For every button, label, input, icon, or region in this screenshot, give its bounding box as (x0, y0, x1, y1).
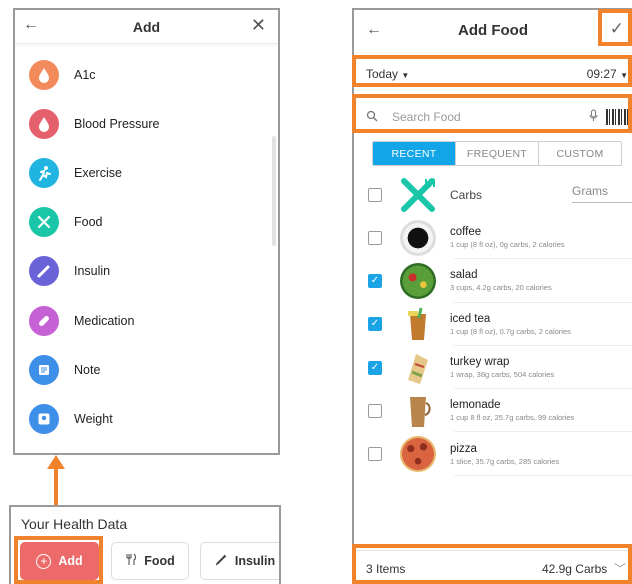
add-item-a1c[interactable]: A1c (15, 50, 278, 99)
food-name: lemonade (450, 399, 501, 412)
iced-tea-icon (400, 306, 436, 342)
food-row-iced-tea[interactable]: ✓ iced tea 1 cup (8 fl oz), 0.7g carbs, … (354, 303, 632, 346)
tab-recent[interactable]: RECENT (373, 142, 455, 165)
blood-drop-icon (29, 108, 59, 139)
pill-icon (29, 305, 59, 336)
food-name: iced tea (450, 312, 491, 325)
food-checkbox[interactable] (368, 230, 382, 245)
add-item-label: Food (74, 215, 103, 230)
food-info: pizza 1 slice, 35.7g carbs, 285 calories (450, 443, 559, 466)
food-name: coffee (450, 226, 482, 239)
food-name: pizza (450, 442, 477, 455)
salad-icon (400, 262, 436, 299)
select-all-checkbox[interactable] (368, 188, 382, 202)
food-description: 1 cup 8 fl oz, 25.7g carbs, 99 calories (450, 413, 575, 423)
fork-knife-icon (400, 177, 436, 213)
food-button-label: Food (144, 554, 175, 568)
search-highlight (352, 94, 632, 133)
food-info: salad 3 cups, 4.2g carbs, 20 calories (450, 269, 552, 292)
tab-custom[interactable]: CUSTOM (538, 142, 621, 165)
food-description: 1 slice, 35.7g carbs, 285 calories (450, 456, 560, 466)
fork-knife-icon (29, 207, 59, 238)
a1c-drop-icon (29, 59, 59, 90)
food-list: Carbs Grams coffee 1 cup (8 fl oz), 0g c… (354, 174, 632, 476)
add-food-title: Add Food (458, 22, 528, 39)
fork-knife-icon (125, 553, 137, 569)
insulin-button[interactable]: Insulin (200, 542, 279, 580)
add-item-medication[interactable]: Medication (15, 296, 278, 345)
food-description: 3 cups, 4.2g carbs, 20 calories (450, 283, 552, 293)
carbs-header-row: Carbs Grams (354, 174, 632, 216)
back-arrow-icon[interactable]: ← (23, 16, 39, 34)
row-divider (454, 474, 632, 476)
add-item-label: Note (74, 362, 101, 377)
coffee-cup-icon (400, 219, 436, 256)
add-item-weight[interactable]: Weight (15, 394, 278, 443)
lemonade-icon (400, 393, 436, 429)
food-info: lemonade 1 cup 8 fl oz, 25.7g carbs, 99 … (450, 399, 574, 422)
syringe-icon (215, 553, 228, 569)
food-description: 1 wrap, 38g carbs, 504 calories (450, 370, 555, 380)
food-description: 1 cup (8 fl oz), 0.7g carbs, 2 calories (450, 326, 571, 336)
scrollbar-thumb[interactable] (272, 136, 276, 246)
food-row-turkey-wrap[interactable]: ✓ turkey wrap 1 wrap, 38g carbs, 504 cal… (354, 346, 632, 390)
food-info: coffee 1 cup (8 fl oz), 0g carbs, 2 calo… (450, 226, 565, 249)
add-list: A1c Blood Pressure Exercise Food Insulin… (15, 44, 278, 444)
food-button[interactable]: Food (111, 542, 189, 580)
food-row-pizza[interactable]: pizza 1 slice, 35.7g carbs, 285 calories (354, 432, 632, 476)
add-item-food[interactable]: Food (15, 198, 278, 247)
food-row-salad[interactable]: ✓ salad 3 cups, 4.2g carbs, 20 calories (354, 259, 632, 303)
add-food-header: ← Add Food ✓ (354, 10, 632, 52)
add-item-label: Exercise (74, 165, 122, 180)
unit-selector[interactable]: Grams (572, 184, 632, 203)
note-icon (29, 354, 59, 385)
add-item-label: Medication (74, 313, 135, 328)
footer-highlight (352, 544, 632, 584)
add-title: Add (132, 18, 161, 35)
add-item-blood-pressure[interactable]: Blood Pressure (15, 99, 278, 148)
running-icon (29, 157, 59, 188)
food-name: salad (450, 269, 478, 282)
food-row-lemonade[interactable]: lemonade 1 cup 8 fl oz, 25.7g carbs, 99 … (354, 389, 632, 433)
food-checkbox-checked[interactable]: ✓ (368, 273, 382, 288)
carbs-column-label: Carbs (450, 188, 483, 202)
syringe-icon (29, 256, 59, 287)
add-item-label: Insulin (74, 264, 111, 279)
food-checkbox[interactable] (368, 447, 382, 462)
add-item-note[interactable]: Note (15, 345, 278, 394)
add-item-label: Blood Pressure (74, 116, 160, 131)
food-row-coffee[interactable]: coffee 1 cup (8 fl oz), 0g carbs, 2 calo… (354, 216, 632, 260)
add-item-label: A1c (74, 67, 96, 82)
add-button-highlight (14, 536, 103, 584)
food-description: 1 cup (8 fl oz), 0g carbs, 2 calories (450, 240, 565, 250)
scale-icon (29, 403, 59, 434)
food-checkbox[interactable] (368, 403, 382, 418)
tab-frequent[interactable]: FREQUENT (455, 142, 538, 165)
confirm-button-highlight (598, 9, 632, 46)
date-time-highlight (352, 55, 632, 87)
pizza-icon (400, 436, 436, 473)
food-info: iced tea 1 cup (8 fl oz), 0.7g carbs, 2 … (450, 313, 571, 336)
food-checkbox-checked[interactable]: ✓ (368, 360, 382, 375)
health-data-title: Your Health Data (21, 516, 128, 532)
food-info: turkey wrap 1 wrap, 38g carbs, 504 calor… (450, 356, 554, 379)
food-tabs: RECENT FREQUENT CUSTOM (372, 141, 622, 166)
insulin-button-label: Insulin (234, 554, 276, 568)
food-name: turkey wrap (450, 356, 510, 369)
food-checkbox-checked[interactable]: ✓ (368, 317, 382, 332)
close-icon[interactable]: ✕ (251, 15, 266, 36)
add-item-exercise[interactable]: Exercise (15, 148, 278, 197)
add-panel: ← Add ✕ A1c Blood Pressure Exercise Food… (13, 8, 280, 455)
add-item-label: Weight (74, 411, 113, 426)
add-item-insulin[interactable]: Insulin (15, 247, 278, 296)
wrap-icon (400, 350, 436, 386)
add-header: ← Add ✕ (15, 10, 278, 44)
